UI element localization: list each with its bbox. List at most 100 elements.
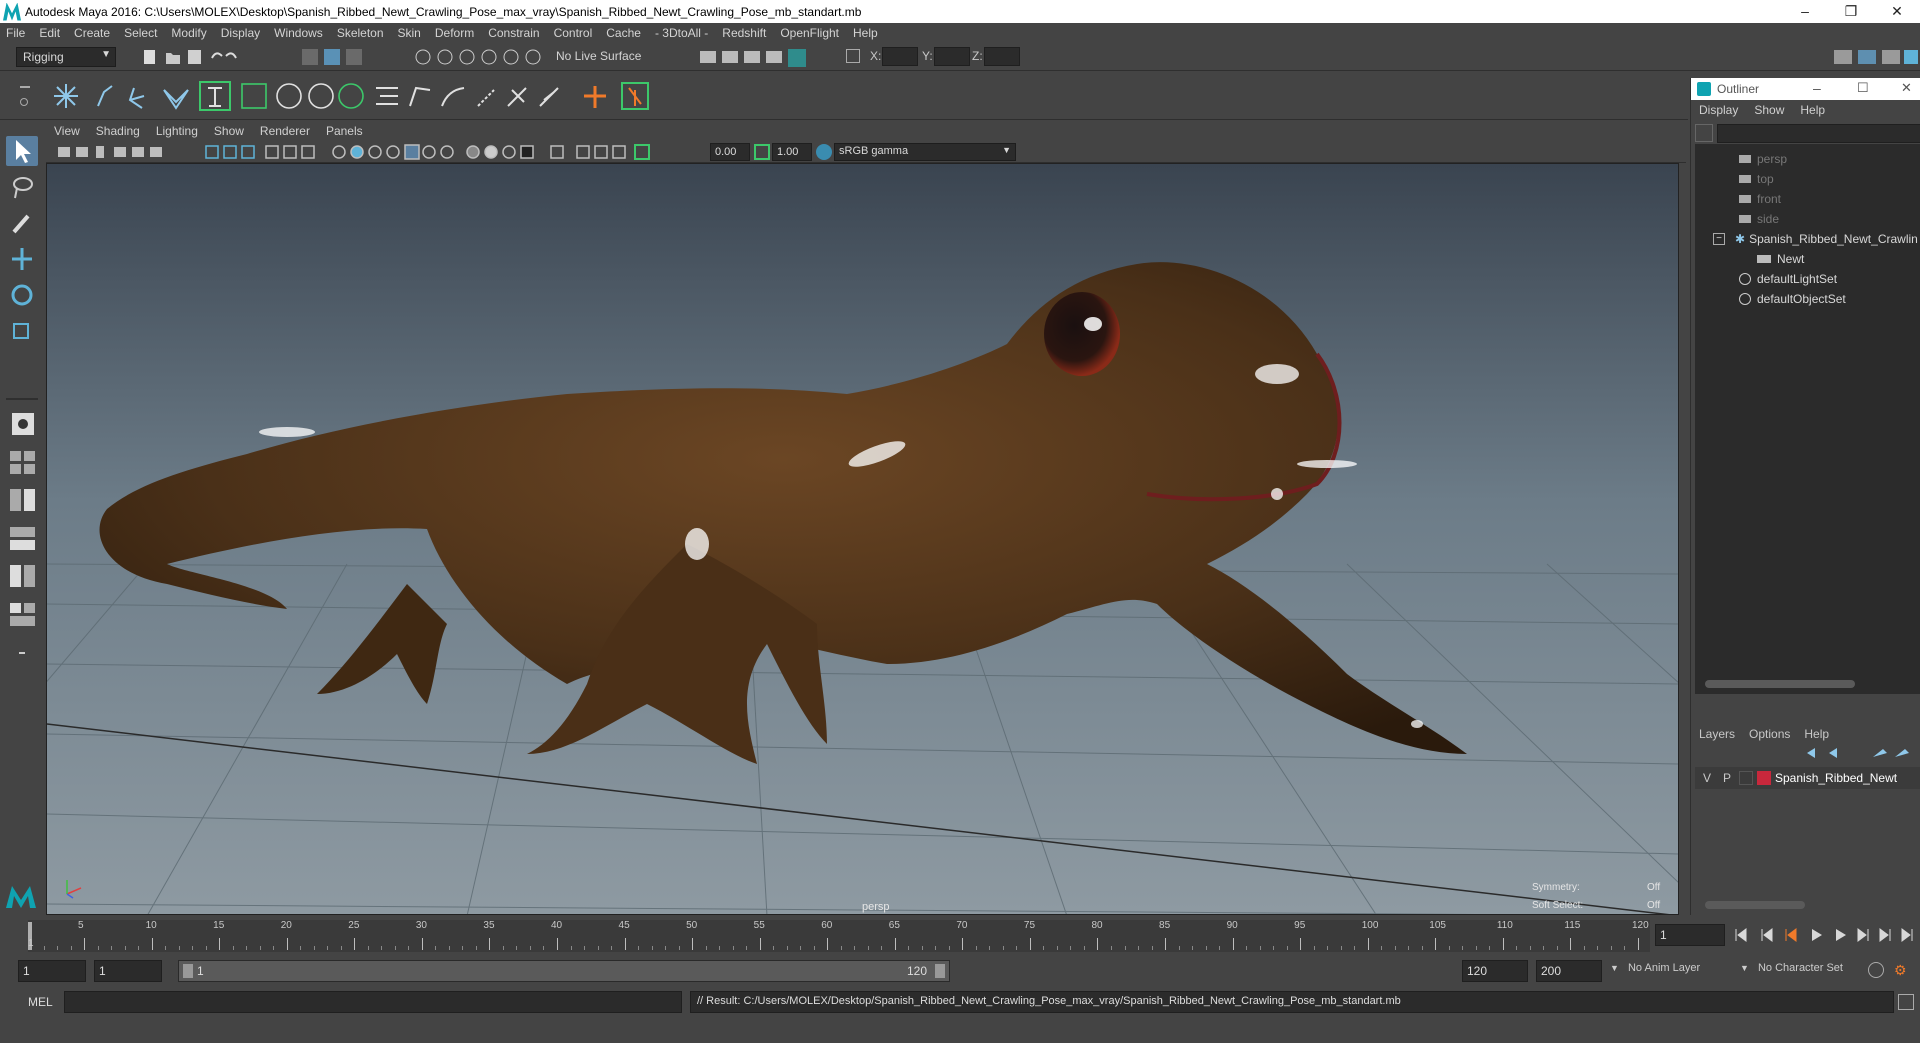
- outliner-item-newt-group[interactable]: − ✱ Spanish_Ribbed_Newt_Crawlin: [1713, 230, 1918, 248]
- outliner-item-newt[interactable]: Newt: [1757, 250, 1804, 268]
- rigging-shelf-icons[interactable]: [46, 78, 676, 114]
- outliner-item-persp[interactable]: persp: [1739, 150, 1787, 168]
- menuset-dropdown[interactable]: Rigging ▼: [16, 47, 116, 67]
- layer-visibility-toggle[interactable]: V: [1703, 771, 1711, 785]
- layer-row[interactable]: V P Spanish_Ribbed_Newt: [1695, 767, 1920, 789]
- selection-mask-icons[interactable]: [300, 47, 372, 67]
- menu-openflight[interactable]: OpenFlight: [780, 26, 839, 40]
- single-perspective-layout[interactable]: [6, 408, 38, 438]
- layer-menu-layers[interactable]: Layers: [1699, 727, 1735, 741]
- menu-create[interactable]: Create: [74, 26, 110, 40]
- y-coordinate-field[interactable]: [934, 47, 970, 66]
- scale-tool[interactable]: [6, 316, 38, 346]
- select-tool[interactable]: [6, 136, 38, 166]
- menu-file[interactable]: File: [6, 26, 25, 40]
- color-management-icon[interactable]: [816, 144, 832, 160]
- outliner-item-front[interactable]: front: [1739, 190, 1781, 208]
- close-button[interactable]: ✕: [1874, 0, 1920, 23]
- menu-control[interactable]: Control: [554, 26, 593, 40]
- lasso-tool[interactable]: [6, 172, 38, 202]
- menu-skeleton[interactable]: Skeleton: [337, 26, 384, 40]
- layer-type-toggle[interactable]: [1739, 771, 1753, 785]
- panel-menu-lighting[interactable]: Lighting: [156, 124, 198, 138]
- outliner-horizontal-scrollbar[interactable]: [1705, 680, 1855, 688]
- playback-controls[interactable]: [1730, 925, 1920, 945]
- persp-hypershade-layout[interactable]: [6, 560, 38, 590]
- layer-menu-options[interactable]: Options: [1749, 727, 1790, 741]
- outliner-menu-show[interactable]: Show: [1754, 103, 1784, 117]
- transform-icon[interactable]: [846, 49, 860, 63]
- shelf-tabs-handle[interactable]: [20, 78, 30, 114]
- menu-redshift[interactable]: Redshift: [722, 26, 766, 40]
- time-slider[interactable]: 1 5 10 15 20 25 30 35 40 45 50 55 60 65 70 75 80 85 90 95 1…: [0, 918, 1920, 954]
- outliner-search-icon[interactable]: [1695, 124, 1713, 142]
- command-input[interactable]: [64, 991, 682, 1013]
- current-frame-field[interactable]: 1: [1655, 924, 1725, 946]
- z-coordinate-field[interactable]: [984, 47, 1020, 66]
- layer-toolbar-icons[interactable]: [1803, 745, 1913, 761]
- paint-select-tool[interactable]: [6, 208, 38, 238]
- menu-3dtoall[interactable]: - 3DtoAll -: [655, 26, 708, 40]
- menu-cache[interactable]: Cache: [606, 26, 641, 40]
- panel-menu-show[interactable]: Show: [214, 124, 244, 138]
- playback-start-field[interactable]: 1: [94, 960, 162, 982]
- menu-select[interactable]: Select: [124, 26, 157, 40]
- outliner-item-defaultobjectset[interactable]: defaultObjectSet: [1739, 290, 1846, 308]
- command-language-label[interactable]: MEL: [28, 995, 53, 1009]
- panel-menu-panels[interactable]: Panels: [326, 124, 363, 138]
- render-icons[interactable]: [698, 47, 818, 67]
- animation-start-field[interactable]: 1: [18, 960, 86, 982]
- outliner-item-top[interactable]: top: [1739, 170, 1774, 188]
- layer-horizontal-scrollbar[interactable]: [1705, 901, 1805, 909]
- menu-constrain[interactable]: Constrain: [488, 26, 539, 40]
- menu-deform[interactable]: Deform: [435, 26, 474, 40]
- outliner-search-input[interactable]: [1717, 124, 1920, 143]
- animation-preferences-icon[interactable]: ⚙: [1894, 962, 1910, 978]
- panel-menu-renderer[interactable]: Renderer: [260, 124, 310, 138]
- four-view-layout[interactable]: [6, 446, 38, 476]
- menu-display[interactable]: Display: [221, 26, 260, 40]
- menu-help[interactable]: Help: [853, 26, 878, 40]
- range-slider-left-handle[interactable]: [183, 964, 193, 978]
- persp-viewport[interactable]: persp Symmetry: Off Soft Select: Off: [46, 163, 1679, 915]
- more-layouts[interactable]: [6, 638, 38, 668]
- panel-toolbar-icons[interactable]: [56, 144, 686, 160]
- script-editor-icon[interactable]: [1898, 994, 1914, 1010]
- persp-graph-layout[interactable]: [6, 522, 38, 552]
- playback-end-field[interactable]: 120: [1462, 960, 1528, 982]
- auto-key-icon[interactable]: [1868, 962, 1884, 978]
- collapse-toggle-icon[interactable]: −: [1713, 233, 1725, 245]
- range-slider-right-handle[interactable]: [935, 964, 945, 978]
- outliner-minimize-button[interactable]: –: [1813, 80, 1821, 96]
- layer-menu-help[interactable]: Help: [1804, 727, 1829, 741]
- menu-skin[interactable]: Skin: [398, 26, 421, 40]
- anim-layer-dropdown[interactable]: ▼ No Anim Layer: [1610, 962, 1740, 974]
- character-set-dropdown[interactable]: ▼ No Character Set: [1740, 962, 1880, 974]
- panel-toggle-icons[interactable]: [1830, 47, 1920, 67]
- outliner-menu-help[interactable]: Help: [1800, 103, 1825, 117]
- time-slider-track[interactable]: [28, 920, 1650, 952]
- menu-modify[interactable]: Modify: [171, 26, 206, 40]
- range-slider[interactable]: 1 120: [178, 960, 950, 982]
- persp-outliner-layout[interactable]: [6, 484, 38, 514]
- rotate-tool[interactable]: [6, 280, 38, 310]
- outliner-item-defaultlightset[interactable]: defaultLightSet: [1739, 270, 1837, 288]
- menu-windows[interactable]: Windows: [274, 26, 323, 40]
- outliner-close-button[interactable]: ✕: [1901, 80, 1912, 96]
- exposure-field[interactable]: 0.00: [710, 143, 750, 161]
- gamma-field[interactable]: 1.00: [772, 143, 812, 161]
- scene-canvas[interactable]: [47, 164, 1679, 915]
- layer-playback-toggle[interactable]: P: [1723, 771, 1731, 785]
- outliner-maximize-button[interactable]: ☐: [1857, 80, 1869, 96]
- animation-end-field[interactable]: 200: [1536, 960, 1602, 982]
- move-tool[interactable]: [6, 244, 38, 274]
- minimize-button[interactable]: –: [1782, 0, 1828, 23]
- custom-layout[interactable]: [6, 598, 38, 628]
- gamma-icon[interactable]: [754, 144, 770, 160]
- panel-menu-view[interactable]: View: [54, 124, 80, 138]
- restore-button[interactable]: ❐: [1828, 0, 1874, 23]
- panel-menu-shading[interactable]: Shading: [96, 124, 140, 138]
- outliner-menu-display[interactable]: Display: [1699, 103, 1738, 117]
- color-space-dropdown[interactable]: sRGB gamma ▼: [834, 143, 1016, 161]
- layer-color-swatch[interactable]: [1757, 771, 1771, 785]
